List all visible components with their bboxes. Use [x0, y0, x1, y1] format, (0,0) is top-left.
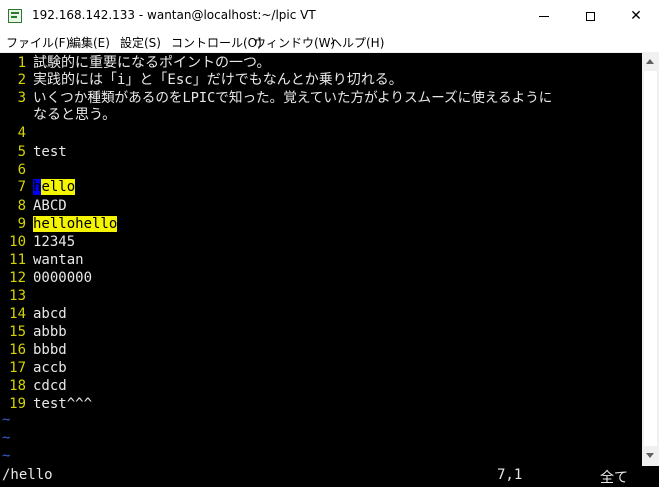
status-line: /hello 7,1 全て: [0, 466, 659, 486]
line-text: なると思う。: [33, 107, 117, 123]
line-number: 8: [17, 198, 26, 214]
line-text: hello: [33, 179, 76, 196]
line-text: hellohello: [33, 216, 118, 233]
line-number: 4: [17, 125, 26, 141]
line-number: 15: [9, 324, 26, 340]
terminal-area[interactable]: 1 試験的に重要になるポイントの一つ。 2 実践的には「i」と「Esc」だけでもなん…: [0, 53, 642, 466]
line-number: 16: [9, 342, 26, 358]
line-number: 10: [9, 234, 26, 250]
vertical-scrollbar[interactable]: [642, 53, 659, 466]
line-text: abcd: [33, 306, 67, 322]
search-highlight: ello: [41, 179, 76, 195]
scroll-up-icon[interactable]: [646, 59, 654, 64]
line-number: 14: [9, 306, 26, 322]
line-text: 試験的に重要になるポイントの一つ。: [33, 55, 271, 71]
line-text: bbbd: [33, 342, 67, 358]
tilde-marker: ~: [2, 412, 11, 428]
scroll-percent: 全て: [600, 470, 628, 486]
close-button[interactable]: ✕: [613, 0, 659, 32]
line-text: 0000000: [33, 270, 93, 286]
scroll-down-icon[interactable]: [646, 453, 654, 458]
menu-control[interactable]: コントロール(O): [171, 34, 262, 51]
line-number: 11: [9, 252, 26, 268]
window-title: 192.168.142.133 - wantan@localhost:~/lpi…: [32, 8, 316, 22]
line-number: 3: [17, 90, 26, 106]
close-icon: ✕: [630, 8, 642, 24]
tilde-marker: ~: [2, 448, 11, 464]
line-number: 5: [17, 144, 26, 160]
line-number: 6: [17, 162, 26, 178]
line-number: 2: [17, 72, 26, 88]
menu-window[interactable]: ウィンドウ(W): [254, 34, 335, 51]
maximize-button[interactable]: [567, 0, 613, 32]
line-text: wantan: [33, 252, 84, 268]
line-number: 7: [17, 179, 26, 195]
tilde-marker: ~: [2, 430, 11, 446]
line-text: accb: [33, 360, 67, 376]
menu-edit[interactable]: 編集(E): [69, 34, 110, 51]
line-number: 1: [17, 55, 26, 71]
minimize-icon: [539, 15, 549, 17]
line-text: 実践的には「i」と「Esc」だけでもなんとか乗り切れる。: [33, 72, 403, 88]
line-text: 12345: [33, 234, 76, 250]
menu-help[interactable]: ヘルプ(H): [330, 34, 384, 51]
minimize-button[interactable]: [521, 0, 567, 32]
search-command: /hello: [2, 467, 53, 483]
menu-file[interactable]: ファイル(F): [6, 34, 70, 51]
scroll-thumb[interactable]: [644, 71, 657, 446]
teraterm-app-icon[interactable]: [8, 9, 22, 23]
line-text: ABCD: [33, 198, 67, 214]
cursor-position: 7,1: [497, 467, 523, 483]
line-number: 9: [17, 216, 26, 232]
line-number: 18: [9, 378, 26, 394]
line-number: 13: [9, 288, 26, 304]
line-number: 12: [9, 270, 26, 286]
maximize-icon: [585, 11, 595, 21]
line-text: いくつか種類があるのをLPICで知った。覚えていた方がよりスムーズに使えるように: [33, 90, 553, 106]
line-text: cdcd: [33, 378, 67, 394]
menu-settings[interactable]: 設定(S): [120, 34, 161, 51]
line-text: test^^^: [33, 396, 93, 412]
line-number: 17: [9, 360, 26, 376]
search-highlight: hellohello: [33, 216, 118, 232]
title-bar: 192.168.142.133 - wantan@localhost:~/lpi…: [0, 0, 659, 33]
line-text: abbb: [33, 324, 67, 340]
line-text: test: [33, 144, 67, 160]
menu-bar: ファイル(F) 編集(E) 設定(S) コントロール(O) ウィンドウ(W) ヘ…: [0, 32, 659, 53]
line-number: 19: [9, 396, 26, 412]
